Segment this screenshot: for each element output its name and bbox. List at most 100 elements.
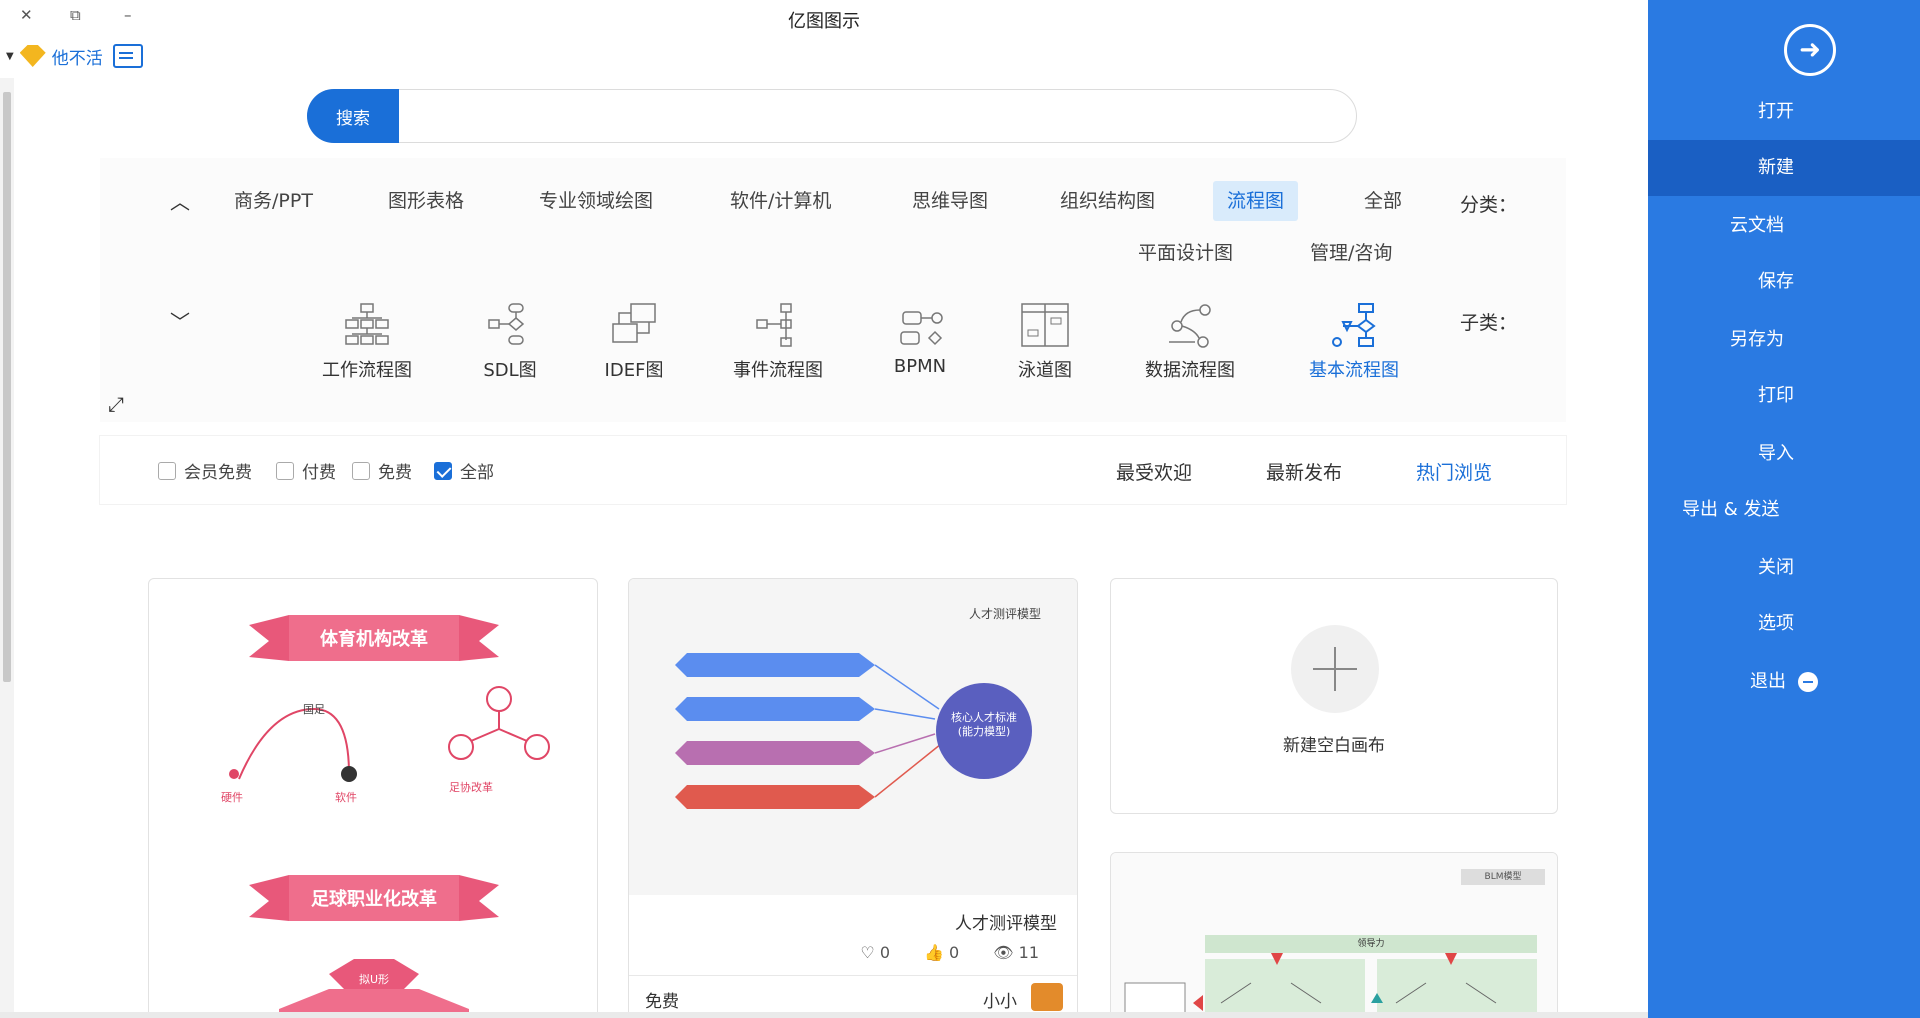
tab-hot[interactable]: 热门浏览 bbox=[1416, 458, 1492, 485]
node-right: 足协改革 bbox=[449, 781, 493, 794]
chevron-down-icon[interactable]: ▼ bbox=[6, 51, 14, 62]
category-org-chart[interactable]: 组织结构图 bbox=[1046, 181, 1169, 221]
sub-label: 工作流程图 bbox=[322, 360, 412, 381]
sidebar-item-export-send[interactable]: 导出 & 发送 bbox=[1648, 482, 1920, 538]
category-professional[interactable]: 专业领域绘图 bbox=[525, 181, 667, 221]
filter-free[interactable]: 免费 bbox=[352, 458, 412, 483]
sub-label: 基本流程图 bbox=[1309, 360, 1399, 381]
checkbox-label: 全部 bbox=[460, 463, 494, 483]
sidebar-item-print[interactable]: 打印 bbox=[1648, 368, 1920, 424]
checkbox-label: 会员免费 bbox=[184, 463, 252, 483]
new-blank-canvas-card[interactable]: 新建空白画布 bbox=[1110, 578, 1558, 814]
sub-basic-flowchart[interactable]: 基本流程图 bbox=[1294, 302, 1414, 382]
bpmn-icon bbox=[895, 302, 945, 348]
tab-popular[interactable]: 最受欢迎 bbox=[1116, 458, 1192, 485]
basic-flowchart-icon bbox=[1329, 302, 1379, 348]
category-graphic-design[interactable]: 平面设计图 bbox=[1124, 233, 1247, 273]
sub-idef[interactable]: IDEF图 bbox=[574, 302, 694, 382]
sidebar-item-options[interactable]: 选项 bbox=[1648, 596, 1920, 652]
banner-mid: 足球职业化改革 bbox=[311, 889, 437, 910]
favorite-stat[interactable]: ♡ 0 bbox=[860, 943, 890, 962]
plus-icon[interactable] bbox=[1291, 625, 1379, 713]
template-stats: ♡ 0 👍 0 👁 11 bbox=[860, 943, 1039, 962]
category-label: 分类： bbox=[1460, 194, 1518, 216]
message-icon[interactable] bbox=[112, 44, 143, 68]
favorite-count: 0 bbox=[879, 943, 891, 962]
banner-top: 体育机构改革 bbox=[320, 629, 428, 650]
search-box: 搜索 bbox=[307, 89, 1357, 143]
sidebar-item-open[interactable]: 打开 bbox=[1648, 84, 1920, 140]
sub-data-flow[interactable]: 数据流程图 bbox=[1130, 302, 1250, 382]
sub-bpmn[interactable]: BPMN bbox=[860, 302, 980, 377]
filter-paid[interactable]: 付费 bbox=[276, 458, 336, 483]
filter-member-free[interactable]: 会员免费 bbox=[158, 458, 252, 483]
exit-icon bbox=[1797, 672, 1818, 692]
sidebar-item-import[interactable]: 导入 bbox=[1648, 426, 1920, 482]
sub-event-flow[interactable]: 事件流程图 bbox=[718, 302, 838, 382]
checkbox-all[interactable] bbox=[434, 461, 452, 480]
idef-icon bbox=[609, 302, 659, 348]
horizontal-scrollbar[interactable] bbox=[0, 1012, 1648, 1018]
category-all[interactable]: 全部 bbox=[1350, 181, 1416, 221]
checkbox-member-free[interactable] bbox=[158, 461, 176, 480]
user-bar[interactable]: ▼ 他不活 bbox=[0, 42, 143, 70]
event-flow-icon bbox=[753, 302, 803, 348]
chevron-up-icon[interactable]: ︿ bbox=[170, 186, 190, 215]
node-mid: 软件 bbox=[335, 791, 357, 804]
sub-sdl[interactable]: SDL图 bbox=[450, 302, 570, 382]
sub-label: 数据流程图 bbox=[1145, 360, 1235, 381]
user-name[interactable]: 他不活 bbox=[52, 44, 103, 69]
sidebar-item-save-as[interactable]: 另存为 bbox=[1648, 312, 1920, 368]
sub-workflow[interactable]: 工作流程图 bbox=[307, 302, 427, 382]
app-window: ✕ ⧉ – 亿图图示 ▼ 他不活 搜索 分类： 全部 流程图 组织结构图 思维导… bbox=[0, 0, 1920, 1018]
chevron-down-icon[interactable]: ﹀ bbox=[170, 306, 190, 335]
title-bar: ✕ ⧉ – 亿图图示 bbox=[0, 0, 1648, 34]
category-software[interactable]: 软件/计算机 bbox=[716, 181, 845, 221]
blm-diagram bbox=[1124, 953, 1497, 1018]
template-title: 人才测评模型 bbox=[955, 914, 1057, 934]
checkbox-label: 免费 bbox=[378, 463, 412, 483]
filter-all[interactable]: 全部 bbox=[434, 458, 494, 483]
category-management[interactable]: 管理/咨询 bbox=[1296, 233, 1406, 273]
template-card-blm[interactable]: BLM模型 领导力 bbox=[1110, 852, 1558, 1018]
search-input[interactable] bbox=[408, 102, 1328, 130]
category-flowchart[interactable]: 流程图 bbox=[1213, 181, 1299, 221]
filter-bar: 热门浏览 最新发布 最受欢迎 全部 免费 付费 会员免费 bbox=[100, 436, 1566, 504]
card-divider bbox=[629, 975, 1077, 976]
search-button[interactable]: 搜索 bbox=[307, 89, 399, 143]
workflow-icon bbox=[342, 302, 392, 348]
like-count: 0 bbox=[949, 943, 960, 962]
scrollbar-thumb[interactable] bbox=[3, 92, 11, 682]
template-card-sports[interactable]: 体育机构改革 国足 足协改革 软件 硬件 足球职业化改革 拟U形 bbox=[148, 578, 598, 1018]
tab-latest[interactable]: 最新发布 bbox=[1266, 458, 1342, 485]
sidebar-item-exit[interactable]: 退出 bbox=[1648, 654, 1920, 710]
avatar[interactable] bbox=[1031, 983, 1063, 1011]
fullscreen-icon[interactable]: ⤢ bbox=[108, 392, 124, 416]
center-shape-label: 拟U形 bbox=[358, 973, 390, 986]
view-stat: 👁 11 bbox=[993, 943, 1039, 962]
sidebar-item-new[interactable]: 新建 bbox=[1648, 140, 1920, 196]
category-graphics-table[interactable]: 图形表格 bbox=[374, 181, 478, 221]
back-arrow-icon[interactable]: ➜ bbox=[1784, 24, 1836, 76]
sidebar-item-save[interactable]: 保存 bbox=[1648, 254, 1920, 310]
checkbox-free[interactable] bbox=[352, 461, 370, 480]
sub-label: BPMN bbox=[893, 356, 947, 377]
template-author[interactable]: 小小 bbox=[983, 987, 1017, 1012]
new-blank-label: 新建空白画布 bbox=[1283, 736, 1385, 756]
like-stat[interactable]: 👍 0 bbox=[924, 943, 959, 962]
vertical-scrollbar[interactable] bbox=[0, 78, 14, 1018]
category-mind-map[interactable]: 思维导图 bbox=[898, 181, 1002, 221]
template-price: 免费 bbox=[645, 992, 679, 1012]
window-title: 亿图图示 bbox=[788, 11, 860, 32]
backstage-sidebar: ➜ 打开 新建 云文档 保存 另存为 打印 导入 导出 & 发送 关闭 选项 退… bbox=[1648, 0, 1920, 1018]
sub-swimlane[interactable]: 泳道图 bbox=[985, 302, 1105, 382]
sidebar-item-cloud-docs[interactable]: 云文档 bbox=[1648, 198, 1920, 254]
node-left: 国足 bbox=[303, 703, 325, 716]
category-business-ppt[interactable]: 商务/PPT bbox=[220, 181, 327, 221]
diagram-center-text: 核心人才标准(能力模型) bbox=[951, 711, 1017, 738]
subcategory-label: 子类： bbox=[1460, 312, 1518, 334]
swimlane-icon bbox=[1020, 302, 1070, 348]
template-card-talent[interactable]: 人才测评模型 核心人才标准(能力模型) 人才测评模型 ♡ 0 👍 0 👁 11 … bbox=[628, 578, 1078, 1018]
checkbox-paid[interactable] bbox=[276, 461, 294, 480]
sidebar-item-close[interactable]: 关闭 bbox=[1648, 540, 1920, 596]
